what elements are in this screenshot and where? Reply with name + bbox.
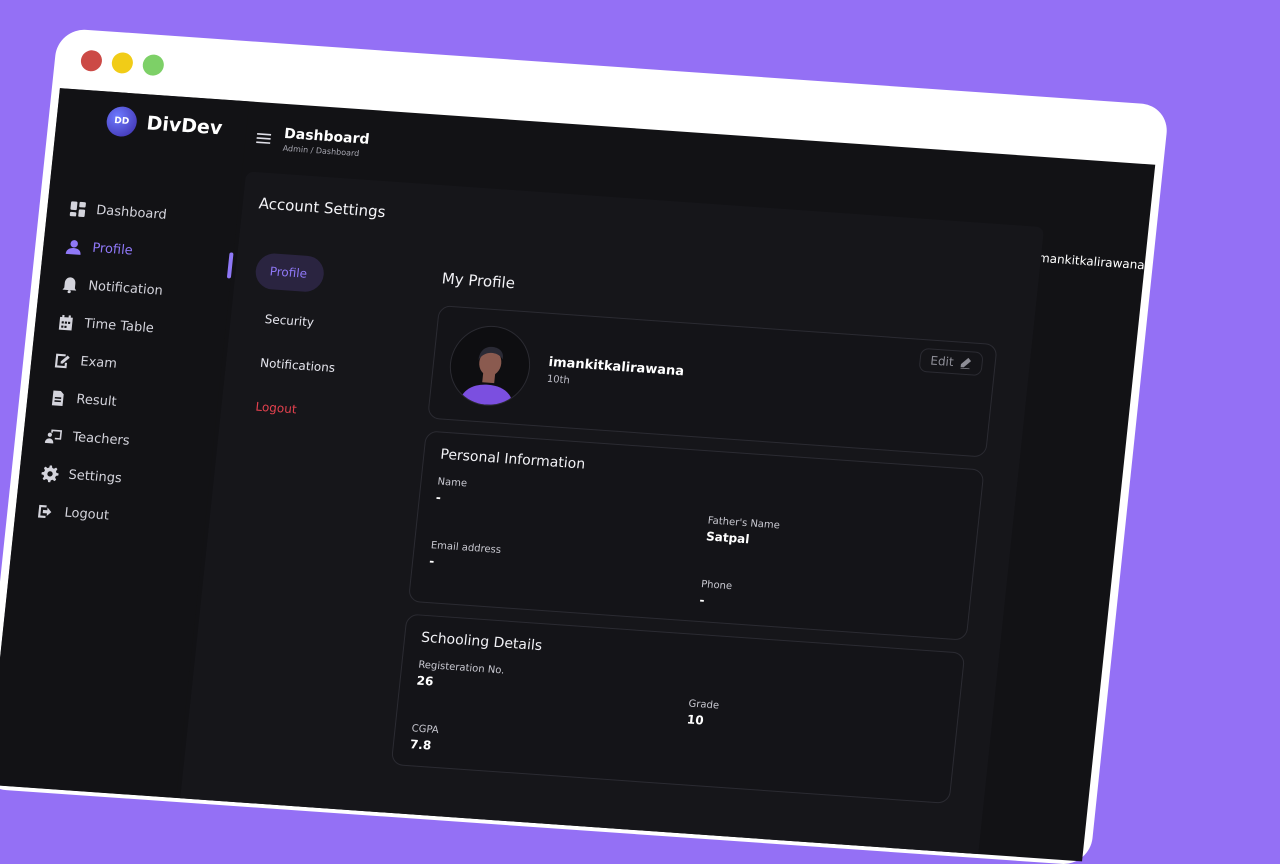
edit-button[interactable]: Edit <box>918 347 984 377</box>
maximize-window-button[interactable] <box>141 53 165 77</box>
sidebar-item-label: Exam <box>79 353 118 372</box>
avatar <box>445 323 535 409</box>
user-menu[interactable]: imankitkalirawana <box>1034 251 1145 273</box>
active-indicator <box>226 252 234 279</box>
cgpa-field: CGPA 7.8 <box>409 723 440 753</box>
sidebar-item-label: Notification <box>87 278 164 299</box>
user-icon <box>65 239 81 255</box>
sidebar-item-label: Teachers <box>71 429 131 449</box>
profile-card: imankitkalirawana 10th Edit <box>427 305 998 458</box>
edit-label: Edit <box>929 353 955 370</box>
exam-icon <box>54 353 70 368</box>
menu-toggle-button[interactable] <box>254 124 273 151</box>
phone-field: Phone - <box>698 579 733 608</box>
bell-icon <box>62 276 77 293</box>
account-tabs: Profile Security Notifications Logout <box>239 252 377 436</box>
dashboard-icon <box>69 200 86 217</box>
close-window-button[interactable] <box>79 49 104 72</box>
logout-icon <box>38 504 52 518</box>
sidebar-item-label: Time Table <box>83 315 155 336</box>
minimize-window-button[interactable] <box>110 51 134 75</box>
header: Dashboard Admin / Dashboard <box>254 124 370 159</box>
window-controls <box>79 49 165 77</box>
sidebar-item-logout[interactable]: Logout <box>36 492 141 537</box>
sidebar-item-label: Result <box>75 391 118 410</box>
sidebar-nav: Dashboard Profile Notification Time Tabl… <box>36 189 173 536</box>
registration-field: Registeration No. 26 <box>415 659 505 689</box>
schooling-details-card: Schooling Details Registeration No. 26 G… <box>390 613 966 804</box>
sidebar-item-label: Logout <box>63 505 110 524</box>
calendar-icon <box>58 314 73 330</box>
avatar-icon <box>458 346 513 407</box>
brand-logo-icon: DD <box>105 105 139 138</box>
account-settings-panel: Account Settings Profile Security Notifi… <box>179 171 1045 862</box>
name-field: Name - <box>435 476 468 505</box>
tab-profile[interactable]: Profile <box>253 252 326 293</box>
personal-information-card: Personal Information Name - Father's Nam… <box>407 430 985 641</box>
father-name-field: Father's Name Satpal <box>705 515 781 547</box>
brand-name: DivDev <box>145 112 224 140</box>
sidebar-item-label: Profile <box>91 240 134 259</box>
window-frame: DD DivDev Dashboard Profile Notification <box>0 30 1168 864</box>
profile-section: My Profile imankitkalirawana 10th Edit P… <box>389 269 1001 816</box>
gear-icon <box>41 464 59 482</box>
app-container: DD DivDev Dashboard Profile Notification <box>0 88 1156 862</box>
tab-logout[interactable]: Logout <box>239 384 363 436</box>
sidebar-item-label: Settings <box>67 467 123 486</box>
sidebar-item-label: Dashboard <box>95 202 168 223</box>
result-icon <box>51 389 64 406</box>
pencil-icon <box>960 357 972 370</box>
brand[interactable]: DD DivDev <box>105 105 224 144</box>
browser-window: DD DivDev Dashboard Profile Notification <box>0 30 1177 864</box>
account-settings-title: Account Settings <box>257 194 387 222</box>
teacher-icon <box>44 429 63 443</box>
email-field: Email address - <box>428 540 502 569</box>
grade-field: Grade 10 <box>686 698 720 728</box>
hamburger-icon <box>256 133 272 144</box>
